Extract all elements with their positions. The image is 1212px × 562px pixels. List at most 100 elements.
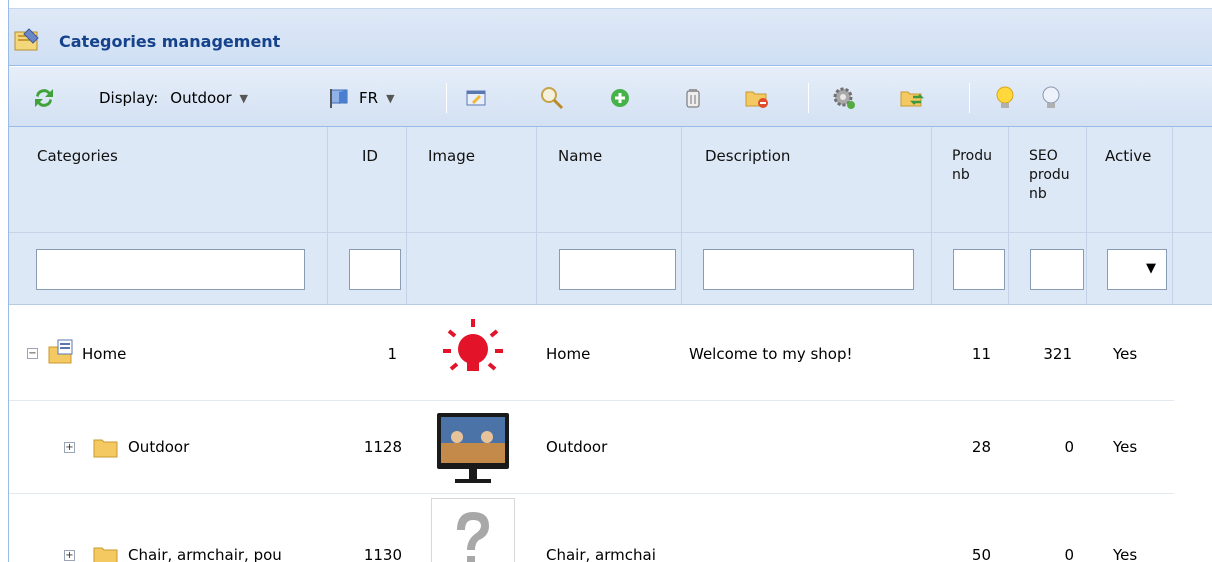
dropdown-arrow-icon: ▼ <box>1146 261 1156 276</box>
header-line: produ <box>1029 167 1070 183</box>
display-selector[interactable]: Display: Outdoor ▼ <box>99 84 248 112</box>
column-divider <box>1008 233 1009 304</box>
gear-icon <box>833 87 855 109</box>
add-icon <box>611 89 629 107</box>
name-filter-input[interactable] <box>559 249 676 290</box>
chevron-down-icon: ▼ <box>239 91 248 105</box>
column-divider <box>536 127 537 232</box>
header-line: Produ <box>952 148 992 164</box>
language-value: FR <box>359 89 379 107</box>
language-selector[interactable]: FR ▼ <box>327 84 395 112</box>
column-divider <box>536 233 537 304</box>
folder-refresh-icon <box>900 91 925 107</box>
active-status[interactable]: Yes <box>1113 345 1137 363</box>
filter-row: ▼ <box>9 233 1212 305</box>
toolbar: Display: Outdoor ▼ FR ▼ <box>9 67 1212 127</box>
folder-remove-button[interactable] <box>744 84 770 112</box>
table-row[interactable]: + Outdoor 1128 Outdoor 28 0 Yes <box>9 401 1174 494</box>
categories-filter-input[interactable] <box>36 249 305 290</box>
active-status[interactable]: Yes <box>1113 438 1137 456</box>
expand-toggle[interactable]: + <box>64 442 75 453</box>
seo-products-nb: 0 <box>1064 438 1074 456</box>
lightbulb-off-icon <box>1042 86 1060 108</box>
column-divider <box>681 127 682 232</box>
column-divider <box>406 233 407 304</box>
products-nb: 28 <box>971 438 991 456</box>
seo-products-nb: 0 <box>1064 546 1074 562</box>
display-label: Display: <box>99 89 159 107</box>
column-divider <box>1172 127 1173 232</box>
seo-products-nb-filter-input[interactable] <box>1030 249 1084 290</box>
settings-button[interactable] <box>831 84 857 112</box>
edit-window-icon <box>466 90 486 106</box>
column-divider <box>1086 127 1087 232</box>
trash-icon <box>686 89 700 108</box>
folder-icon <box>93 439 118 458</box>
edit-category-button[interactable] <box>464 84 488 112</box>
header-line: nb <box>952 167 970 183</box>
panel-title: Categories management <box>59 32 281 51</box>
products-nb-filter-input[interactable] <box>953 249 1005 290</box>
id-filter-input[interactable] <box>349 249 401 290</box>
collapse-toggle[interactable]: − <box>27 348 38 359</box>
expand-toggle[interactable]: + <box>64 550 75 561</box>
refresh-icon <box>35 89 53 107</box>
folder-icon <box>93 547 118 562</box>
refresh-folder-button[interactable] <box>899 84 925 112</box>
search-icon <box>541 87 564 110</box>
column-divider <box>681 233 682 304</box>
column-divider <box>327 127 328 232</box>
header-line: nb <box>1029 186 1047 202</box>
edit-document-icon <box>14 28 39 51</box>
column-header-description[interactable]: Description <box>705 147 790 166</box>
toolbar-separator <box>446 83 447 113</box>
table-row[interactable]: − Home 1 Home Welcome to my shop! 11 321… <box>9 305 1174 401</box>
column-divider <box>327 233 328 304</box>
deactivate-button[interactable] <box>1039 84 1063 112</box>
column-header-seo-products-nb[interactable]: SEO produ nb <box>1029 147 1070 204</box>
root-folder-icon <box>48 339 73 364</box>
column-header-image[interactable]: Image <box>428 147 475 166</box>
category-name[interactable]: Home <box>82 345 126 363</box>
refresh-button[interactable] <box>31 84 57 112</box>
language-flag-icon <box>330 89 348 108</box>
panel-titlebar: Categories management <box>9 8 1212 66</box>
category-id: 1128 <box>363 438 402 456</box>
products-nb: 50 <box>971 546 991 562</box>
category-description: Welcome to my shop! <box>689 345 853 363</box>
categories-panel: Categories management Display: Outdoor ▼… <box>8 0 1212 562</box>
active-filter-select[interactable]: ▼ <box>1107 249 1167 290</box>
category-id: 1130 <box>363 546 402 562</box>
category-display-name: Home <box>546 345 591 363</box>
toolbar-separator <box>808 83 809 113</box>
lightbulb-on-icon <box>996 86 1014 108</box>
header-line: SEO <box>1029 148 1058 164</box>
search-button[interactable] <box>539 84 565 112</box>
seo-products-nb: 321 <box>1043 345 1072 363</box>
folder-delete-icon <box>745 91 768 108</box>
column-header-id[interactable]: ID <box>362 147 378 166</box>
column-divider <box>931 233 932 304</box>
category-name[interactable]: Outdoor <box>128 438 189 456</box>
category-name[interactable]: Chair, armchair, pou <box>128 546 282 562</box>
activate-button[interactable] <box>993 84 1017 112</box>
products-nb: 11 <box>971 345 991 363</box>
grid-header: Categories ID Image Name Description Pro… <box>9 127 1212 233</box>
active-status[interactable]: Yes <box>1113 546 1137 562</box>
column-header-products-nb[interactable]: Produ nb <box>952 147 992 185</box>
table-row[interactable]: + Chair, armchair, pou 1130 Chair, armch… <box>9 494 1174 562</box>
description-filter-input[interactable] <box>703 249 914 290</box>
display-value: Outdoor <box>170 89 232 107</box>
column-header-categories[interactable]: Categories <box>37 147 118 166</box>
column-divider <box>406 127 407 232</box>
column-divider <box>931 127 932 232</box>
column-divider <box>1172 233 1173 304</box>
column-header-active[interactable]: Active <box>1105 147 1151 166</box>
category-display-name: Chair, armchai <box>546 546 656 562</box>
delete-button[interactable] <box>681 84 705 112</box>
add-button[interactable] <box>608 84 632 112</box>
column-header-name[interactable]: Name <box>558 147 602 166</box>
column-divider <box>1008 127 1009 232</box>
monitor-image <box>431 407 515 491</box>
question-image <box>431 498 515 562</box>
